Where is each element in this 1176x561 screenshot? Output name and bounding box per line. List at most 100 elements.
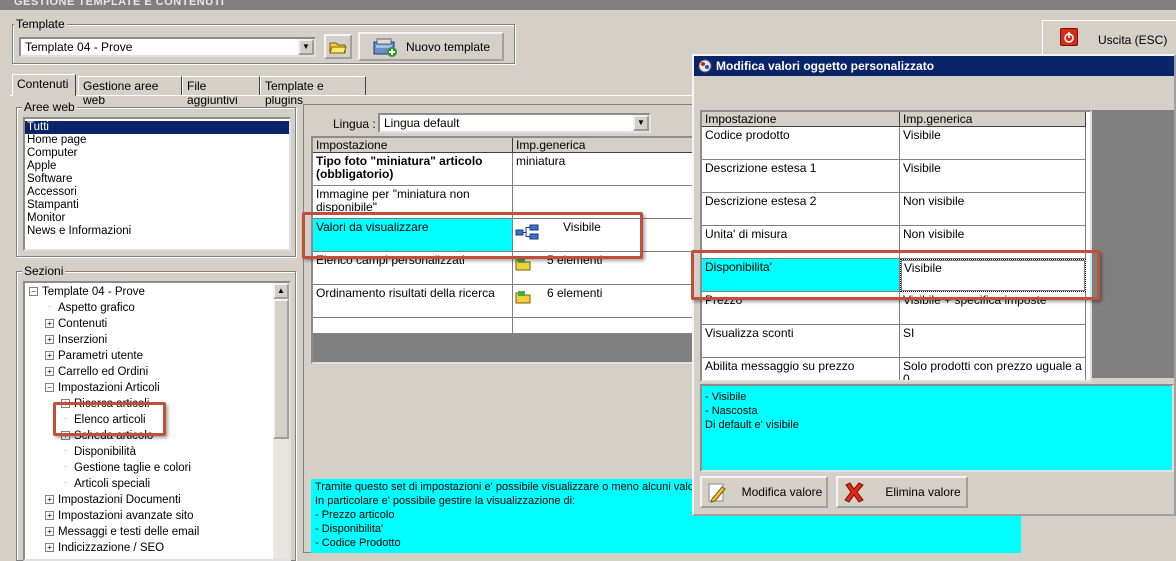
aree-web-item[interactable]: Stampanti — [25, 199, 289, 212]
dialog-value-cell[interactable]: SI — [900, 325, 1086, 358]
template-select-value: Template 04 - Prove — [25, 40, 133, 54]
expand-icon[interactable]: + — [45, 335, 54, 345]
dialog-value-cell[interactable]: Solo prodotti con prezzo uguale a 0 — [900, 358, 1086, 380]
tree-line-icon: · — [48, 302, 51, 312]
tree-item[interactable]: + Inserzioni — [29, 332, 275, 348]
dialog-title: Modifica valori oggetto personalizzato — [716, 59, 935, 73]
grid-setting-cell[interactable]: Tipo foto "miniatura" articolo (obbligat… — [313, 153, 513, 186]
sezioni-scrollbar[interactable]: ▲ — [273, 283, 289, 559]
tree-item[interactable]: · Gestione taglie e colori — [29, 460, 275, 476]
dialog-value-cell[interactable]: Visibile — [900, 160, 1086, 193]
dialog-setting-cell[interactable]: Descrizione estesa 1 — [702, 160, 900, 193]
tab-file-aggiuntivi[interactable]: File aggiuntivi — [182, 76, 260, 107]
dialog-column-header-value[interactable]: Imp.generica — [900, 112, 1086, 127]
exit-button[interactable]: Uscita (ESC) — [1098, 33, 1167, 47]
tree-line-icon: · — [64, 462, 67, 472]
open-folder-button[interactable] — [324, 34, 352, 59]
expand-icon[interactable]: + — [45, 511, 54, 521]
tree-item-label: Articoli speciali — [74, 478, 151, 490]
expand-icon[interactable]: + — [45, 367, 54, 377]
scroll-thumb[interactable] — [273, 299, 289, 439]
new-template-label: Nuovo template — [405, 39, 491, 54]
tab-template-plugins[interactable]: Template e plugins — [260, 76, 366, 107]
new-template-button[interactable]: Nuovo template — [358, 32, 504, 61]
lingua-select[interactable]: Lingua default ▼ — [378, 113, 651, 133]
delete-x-icon — [844, 482, 865, 503]
dialog-column-header-setting[interactable]: Impostazione — [702, 112, 900, 127]
dialog-option-line: - Nascosta — [705, 405, 758, 417]
dialog-setting-cell[interactable]: Descrizione estesa 2 — [702, 193, 900, 226]
tree-item[interactable]: + Impostazioni avanzate sito — [29, 508, 275, 524]
tree-item[interactable]: − Template 04 - Prove — [29, 284, 275, 300]
app-icon — [698, 59, 712, 73]
aree-web-item[interactable]: Accessori — [25, 186, 289, 199]
expand-icon[interactable]: + — [45, 543, 54, 553]
lingua-label: Lingua : — [333, 117, 376, 131]
chevron-down-icon[interactable]: ▼ — [633, 115, 649, 131]
tree-item[interactable]: + Indicizzazione / SEO — [29, 540, 275, 556]
grid-empty-cell[interactable] — [513, 318, 701, 334]
aree-web-item[interactable]: Software — [25, 173, 289, 186]
aree-web-list[interactable]: Tutti Home page Computer Apple Software Acces… — [23, 117, 291, 251]
scroll-up-icon[interactable]: ▲ — [273, 283, 289, 299]
dialog-value-cell[interactable]: Visibile — [900, 127, 1086, 160]
delete-value-button[interactable]: Elimina valore — [836, 476, 968, 508]
tree-item-label: Gestione taglie e colori — [74, 462, 191, 474]
tree-item-label: Impostazioni Documenti — [58, 494, 181, 506]
expand-icon[interactable]: + — [45, 495, 54, 505]
expand-icon[interactable]: + — [45, 527, 54, 537]
tree-item[interactable]: · Disponibilità — [29, 444, 275, 460]
aree-web-item[interactable]: News e Informazioni — [25, 225, 289, 238]
power-icon[interactable] — [1060, 28, 1078, 46]
tree-item[interactable]: + Impostazioni Documenti — [29, 492, 275, 508]
dialog-title-bar[interactable]: Modifica valori oggetto personalizzato — [694, 56, 1174, 76]
tree-item[interactable]: + Parametri utente — [29, 348, 275, 364]
aree-web-item[interactable]: Home page — [25, 134, 289, 147]
aree-web-item[interactable]: Computer — [25, 147, 289, 160]
dialog-setting-cell[interactable]: Abilita messaggio su prezzo — [702, 358, 900, 380]
dialog-setting-cell[interactable]: Codice prodotto — [702, 127, 900, 160]
window-title-bar: GESTIONE TEMPLATE E CONTENUTI — [0, 0, 1176, 10]
tree-item-label: Messaggi e testi delle email — [58, 526, 200, 538]
tab-gestione-aree-web[interactable]: Gestione aree web — [78, 76, 182, 107]
tab-label: Template e plugins — [265, 79, 324, 107]
aree-web-item[interactable]: Tutti — [25, 121, 289, 134]
edit-value-button[interactable]: Modifica valore — [700, 476, 828, 508]
collapse-icon[interactable]: − — [29, 287, 38, 297]
delete-value-label: Elimina valore — [885, 485, 961, 499]
window-title: GESTIONE TEMPLATE E CONTENUTI — [14, 0, 225, 8]
grid-setting-cell[interactable]: Ordinamento risultati della ricerca — [313, 285, 513, 318]
tree-item[interactable]: + Carrello ed Ordini — [29, 364, 275, 380]
collapse-icon[interactable]: − — [45, 383, 54, 393]
grid-value-cell[interactable]: 6 elementi — [513, 285, 701, 318]
tree-item-label: Contenuti — [58, 318, 108, 330]
tree-item-label: Indicizzazione / SEO — [58, 542, 165, 554]
tree-item-label: Impostazioni avanzate sito — [58, 510, 194, 522]
dialog-value-cell[interactable]: Non visibile — [900, 193, 1086, 226]
aree-web-item[interactable]: Apple — [25, 160, 289, 173]
tree-item[interactable]: − Impostazioni Articoli — [29, 380, 275, 396]
aree-web-item[interactable]: Monitor — [25, 212, 289, 225]
tree-item[interactable]: · Articoli speciali — [29, 476, 275, 492]
column-header-setting[interactable]: Impostazione — [313, 138, 513, 153]
tab-panel-border — [10, 95, 700, 96]
new-template-icon — [373, 38, 397, 57]
expand-icon[interactable]: + — [45, 319, 54, 329]
dialog-values-grid[interactable]: Impostazione Imp.generica Codice prodotto V… — [700, 110, 1092, 382]
grid-empty-cell[interactable] — [313, 318, 513, 334]
tab-contenuti[interactable]: Contenuti — [12, 74, 76, 96]
expand-icon[interactable]: + — [45, 351, 54, 361]
column-header-value[interactable]: Imp.generica — [513, 138, 701, 153]
tree-item-label: Inserzioni — [58, 334, 108, 346]
grid-value-text: 6 elementi — [547, 286, 603, 300]
tree-item[interactable]: · Aspetto grafico — [29, 300, 275, 316]
tree-item-label: Template 04 - Prove — [42, 286, 145, 298]
chevron-down-icon[interactable]: ▼ — [298, 39, 314, 55]
template-select[interactable]: Template 04 - Prove ▼ — [19, 37, 316, 57]
dialog-setting-cell[interactable]: Visualizza sconti — [702, 325, 900, 358]
folder-open-icon — [329, 42, 347, 53]
lingua-select-value: Lingua default — [384, 116, 460, 130]
tree-item[interactable]: + Messaggi e testi delle email — [29, 524, 275, 540]
tree-item[interactable]: + Contenuti — [29, 316, 275, 332]
grid-value-cell[interactable]: miniatura — [513, 153, 701, 186]
